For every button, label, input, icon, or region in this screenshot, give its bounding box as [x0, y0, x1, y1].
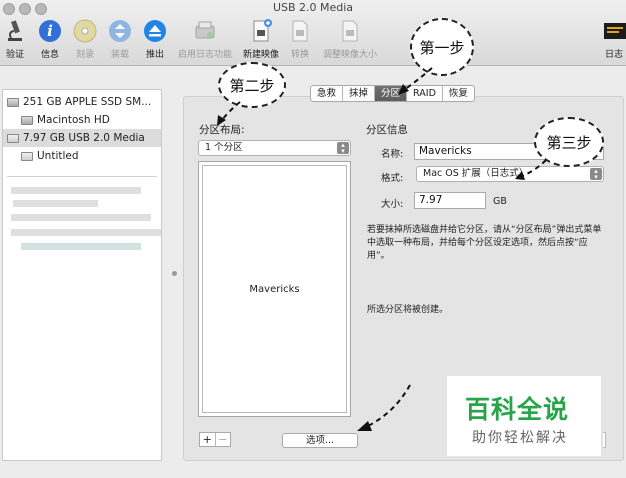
disk-utility-window: USB 2.0 Media 验证 i 信息 刻录 装载 推出 启用日志功能 新建… — [0, 0, 626, 478]
watermark-subtitle: 助你轻松解决 — [472, 430, 568, 446]
step2-arrow — [221, 101, 241, 121]
step1-arrow — [403, 67, 433, 91]
arrowhead — [398, 84, 409, 95]
watermark: 百科全说 助你轻松解决 — [447, 376, 601, 456]
step3-arrow — [521, 159, 547, 177]
options-arrow — [367, 384, 411, 427]
arrowhead — [515, 171, 525, 180]
arrowhead — [357, 421, 372, 431]
watermark-title: 百科全说 — [465, 395, 570, 424]
apply-button-edge[interactable] — [603, 432, 606, 448]
